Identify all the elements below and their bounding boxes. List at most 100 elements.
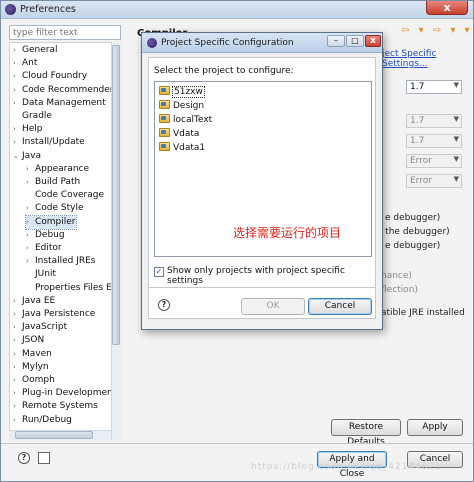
chevron-right-icon[interactable]: › — [13, 97, 22, 110]
project-item[interactable]: 51zxw — [159, 86, 205, 99]
tree-item[interactable]: › Install/Update — [13, 136, 85, 149]
dialog-maximize-button[interactable]: □ — [346, 35, 364, 47]
title-bar[interactable]: Preferences x — [1, 1, 473, 19]
eclipse-icon — [5, 4, 16, 15]
chevron-right-icon[interactable]: › — [13, 321, 22, 334]
tree-item-label: JavaScript — [22, 322, 68, 333]
chevron-right-icon[interactable]: › — [26, 163, 35, 176]
tree-item[interactable]: › Code Recommenders — [13, 84, 118, 97]
chevron-right-icon[interactable]: › — [13, 414, 22, 427]
java-project-icon — [159, 100, 170, 109]
option-text-reflection: flection) — [381, 285, 418, 295]
tree-item[interactable]: › Mylyn — [13, 361, 49, 374]
tree-item[interactable]: Properties Files Ec — [26, 282, 117, 295]
chevron-right-icon[interactable]: › — [26, 202, 35, 215]
chevron-down-icon: ▼ — [453, 115, 459, 123]
chevron-right-icon[interactable]: › — [26, 229, 35, 242]
chevron-right-icon[interactable]: › — [13, 70, 22, 83]
export-icon[interactable] — [38, 452, 50, 464]
chevron-right-icon[interactable]: › — [13, 84, 22, 97]
chevron-down-icon: ▼ — [453, 81, 459, 89]
chevron-down-icon[interactable]: ⌄ — [13, 150, 22, 163]
chevron-right-icon[interactable]: › — [13, 123, 22, 136]
tree-item[interactable]: › Compiler — [25, 214, 77, 230]
dialog-title-bar[interactable]: Project Specific Configuration – □ x — [142, 33, 382, 53]
tree-item[interactable]: › Java EE — [13, 295, 55, 308]
tree-item[interactable]: › Data Management — [13, 97, 106, 110]
chevron-right-icon[interactable]: › — [26, 242, 35, 255]
class-file-compat-combo[interactable]: 1.7 ▼ — [406, 114, 462, 128]
tree-scroll-thumb[interactable] — [112, 45, 120, 345]
chevron-right-icon[interactable]: › — [13, 57, 22, 70]
window-close-button[interactable]: x — [426, 1, 468, 15]
chevron-right-icon[interactable]: › — [13, 400, 22, 413]
dialog-close-button[interactable]: x — [365, 35, 381, 47]
tree-item-label: Remote Systems — [22, 401, 98, 412]
tree-item[interactable]: › Ant — [13, 57, 37, 70]
tree-item[interactable]: › Run/Debug — [13, 414, 72, 427]
tree-item-label: Code Coverage — [35, 190, 105, 201]
tree-item-label: Install/Update — [22, 137, 85, 148]
tree-item[interactable]: › Help — [13, 123, 43, 136]
project-list[interactable]: 51zxw Design localText Vdata Vdata1 选择需要… — [154, 81, 372, 257]
tree-item[interactable]: › Plug-in Development — [13, 387, 116, 400]
ok-button[interactable]: OK — [241, 298, 305, 315]
tree-item[interactable]: › Java Persistence — [13, 308, 95, 321]
tree-item[interactable]: › Editor — [26, 242, 62, 255]
apply-button[interactable]: Apply — [407, 419, 463, 436]
tree-item[interactable]: › Debug — [26, 229, 65, 242]
tree-item-label: Gradle — [22, 111, 52, 121]
tree-item[interactable]: › Cloud Foundry — [13, 70, 87, 83]
project-item[interactable]: Vdata1 — [159, 142, 205, 155]
preference-tree[interactable]: › General › Ant › Cloud Foundry › Code Recommen… — [9, 42, 121, 440]
chevron-right-icon[interactable]: › — [13, 387, 22, 400]
tree-item[interactable]: ⌄ Java — [13, 150, 41, 163]
tree-item-label: Cloud Foundry — [22, 71, 88, 82]
chevron-right-icon[interactable]: › — [26, 176, 35, 189]
java-project-icon — [159, 114, 170, 123]
project-item[interactable]: Vdata — [159, 128, 199, 141]
tree-item-label: Help — [22, 124, 43, 135]
chevron-right-icon[interactable]: › — [13, 348, 22, 361]
chevron-right-icon[interactable]: › — [13, 308, 22, 321]
tree-item[interactable]: › Build Path — [26, 176, 80, 189]
chevron-right-icon[interactable]: › — [26, 216, 35, 229]
chevron-right-icon[interactable]: › — [26, 255, 35, 268]
chevron-right-icon[interactable]: › — [13, 295, 22, 308]
compliance-level-combo[interactable]: 1.7 ▼ — [406, 80, 462, 94]
chevron-right-icon[interactable]: › — [13, 361, 22, 374]
dialog-cancel-button[interactable]: Cancel — [308, 298, 372, 315]
tree-item[interactable]: › Oomph — [13, 374, 55, 387]
navigation-arrows-icon[interactable]: ⇦ ▾ ⇨ ▾ ▾ — [401, 25, 473, 36]
tree-item[interactable]: › Code Style — [26, 202, 84, 215]
dialog-minimize-button[interactable]: – — [327, 35, 345, 47]
tree-horizontal-thumb[interactable] — [15, 431, 93, 439]
help-icon[interactable]: ? — [18, 452, 30, 464]
project-item[interactable]: Design — [159, 100, 204, 113]
filter-input[interactable] — [9, 25, 121, 40]
tree-item-label: JSON — [22, 335, 45, 346]
tree-item[interactable]: Gradle — [13, 110, 52, 123]
tree-item[interactable]: › General — [13, 44, 57, 57]
tree-item[interactable]: › JavaScript — [13, 321, 67, 334]
project-item[interactable]: localText — [159, 114, 212, 127]
tree-item[interactable]: Code Coverage — [26, 189, 104, 202]
restore-defaults-button[interactable]: Restore Defaults — [331, 419, 401, 447]
chevron-right-icon[interactable]: › — [13, 374, 22, 387]
tree-item-label: Data Management — [22, 97, 106, 108]
tree-item[interactable]: › Appearance — [26, 163, 89, 176]
tree-item[interactable]: › Remote Systems — [13, 400, 98, 413]
source-compat-combo[interactable]: 1.7 ▼ — [406, 134, 462, 148]
tree-item[interactable]: › Installed JREs — [26, 255, 96, 268]
show-only-specific-checkbox[interactable]: ✓ — [154, 267, 164, 277]
chevron-right-icon[interactable]: › — [13, 334, 22, 347]
assert-identifier-combo[interactable]: Error ▼ — [406, 154, 462, 168]
configure-project-settings-link[interactable]: ject Specific Settings... — [382, 49, 473, 69]
chevron-right-icon[interactable]: › — [13, 136, 22, 149]
enum-identifier-combo[interactable]: Error ▼ — [406, 174, 462, 188]
tree-item[interactable]: › JSON — [13, 334, 44, 347]
chevron-right-icon[interactable]: › — [13, 44, 22, 57]
tree-item[interactable]: JUnit — [26, 268, 56, 281]
help-icon[interactable]: ? — [158, 299, 170, 311]
tree-item[interactable]: › Maven — [13, 348, 52, 361]
